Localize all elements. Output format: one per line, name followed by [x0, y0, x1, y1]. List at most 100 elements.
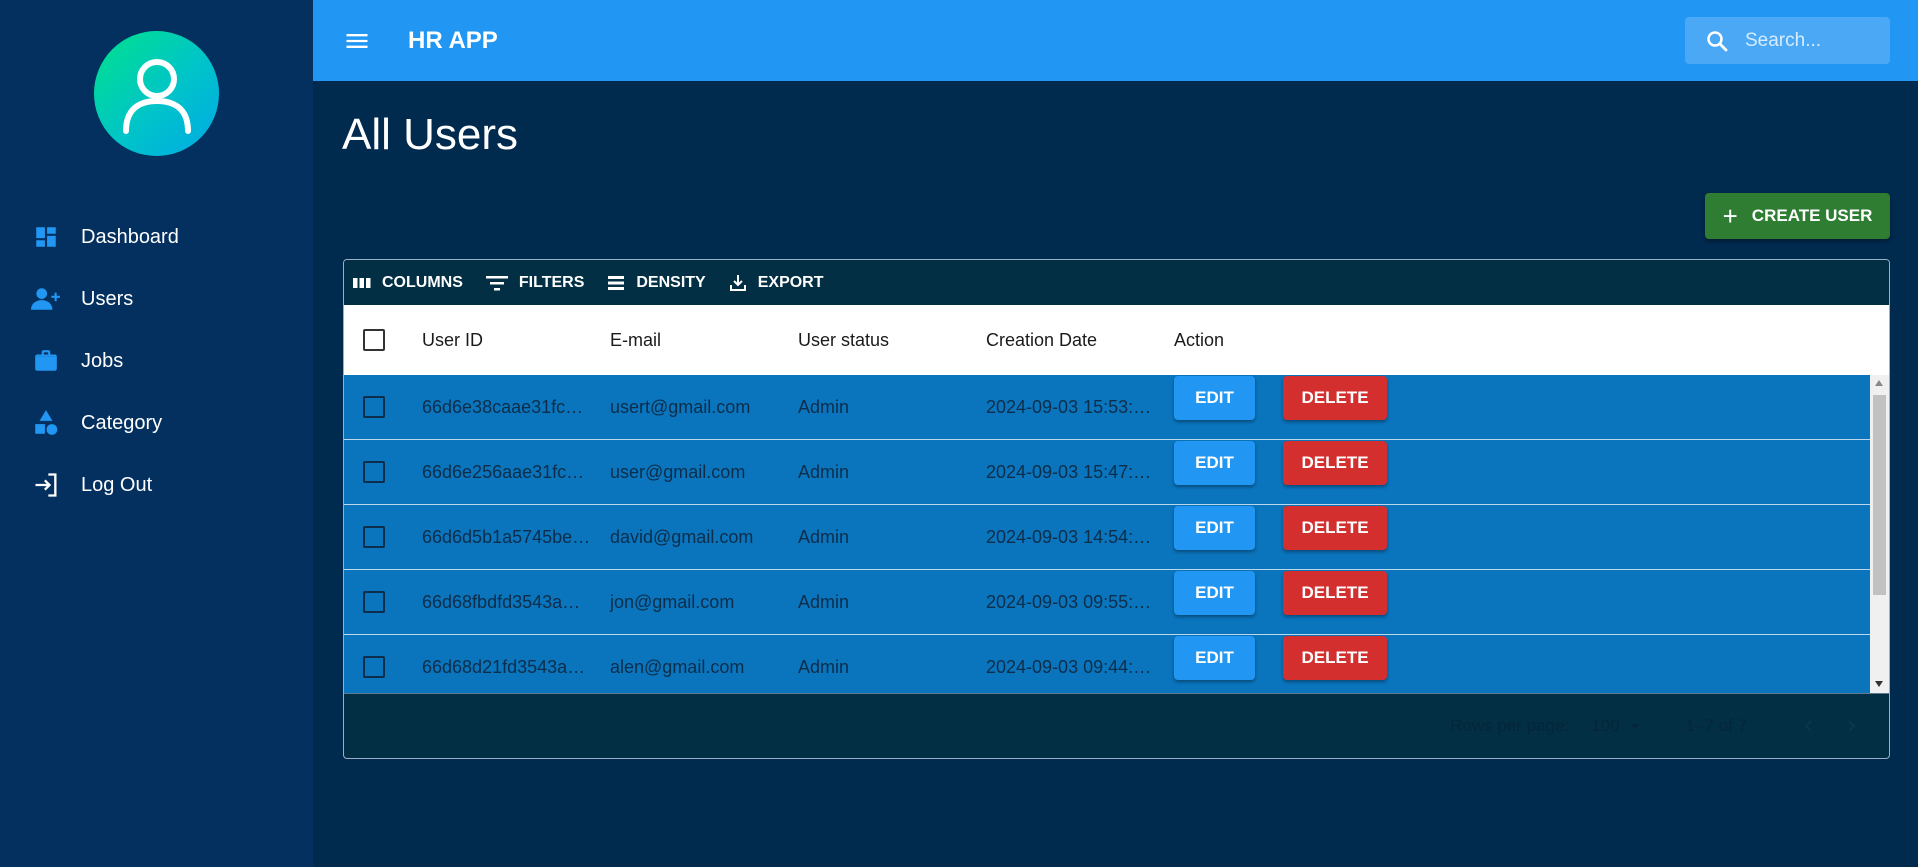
cell-user-status: Admin [798, 396, 850, 417]
row-checkbox[interactable] [363, 526, 385, 548]
cell-user-id: 66d6e256aae31fc… [422, 461, 585, 482]
edit-button[interactable]: EDIT [1174, 636, 1255, 680]
page-title: All Users [342, 110, 519, 159]
search-input[interactable] [1745, 17, 1885, 64]
select-all-checkbox[interactable] [363, 329, 385, 351]
rows-per-page-value: 100 [1591, 716, 1620, 735]
app-header: HR APP [313, 0, 1918, 81]
edit-button[interactable]: EDIT [1174, 506, 1255, 550]
filters-label: FILTERS [518, 273, 585, 291]
cell-creation-date: 2024-09-03 09:44:… [986, 656, 1152, 677]
export-label: EXPORT [757, 273, 824, 291]
table-row[interactable]: 66d6e38caae31fc… usert@gmail.com Admin 2… [344, 375, 1889, 440]
menu-icon[interactable] [343, 27, 371, 55]
chevron-down-icon [1629, 723, 1640, 729]
app-title: HR APP [408, 27, 498, 54]
table-header: User ID E-mail User status Creation Date… [344, 305, 1889, 375]
density-icon [608, 275, 625, 290]
edit-button[interactable]: EDIT [1174, 441, 1255, 485]
cell-creation-date: 2024-09-03 15:47:… [986, 461, 1152, 482]
previous-page-button[interactable] [1793, 710, 1825, 742]
row-check-cell [344, 526, 404, 548]
columns-button[interactable]: COLUMNS [352, 274, 463, 292]
table-row[interactable]: 66d6e256aae31fc… user@gmail.com Admin 20… [344, 440, 1889, 505]
header-user-id[interactable]: User ID [404, 330, 592, 351]
cell-action: EDIT DELETE [1156, 375, 1387, 420]
table-row[interactable]: 66d6d5b1a5745be… david@gmail.com Admin 2… [344, 505, 1889, 570]
search-box[interactable] [1685, 17, 1890, 64]
cell-creation-date: 2024-09-03 15:53:… [986, 396, 1152, 417]
cell-action: EDIT DELETE [1156, 635, 1387, 680]
row-check-cell [344, 591, 404, 613]
plus-icon: + [1722, 201, 1738, 231]
scroll-up-arrow[interactable] [1875, 380, 1883, 386]
users-data-grid: COLUMNS FILTERS DENSITY EXPORT User ID E… [343, 259, 1890, 759]
table-row[interactable]: 66d68fbdfd3543a… jon@gmail.com Admin 202… [344, 570, 1889, 635]
logout-icon [31, 470, 61, 500]
sidebar: Dashboard Users Jobs Category Log Out [0, 0, 313, 867]
sidebar-item-dashboard[interactable]: Dashboard [0, 206, 313, 268]
download-icon [729, 274, 746, 291]
scroll-down-arrow[interactable] [1875, 681, 1883, 687]
scrollbar-thumb[interactable] [1873, 395, 1886, 595]
header-action: Action [1174, 329, 1225, 350]
search-icon [1705, 29, 1729, 53]
person-icon [122, 58, 191, 134]
sidebar-item-logout[interactable]: Log Out [0, 454, 313, 516]
sidebar-item-label: Dashboard [81, 225, 179, 248]
delete-button[interactable]: DELETE [1283, 506, 1387, 550]
cell-user-id: 66d6e38caae31fc… [422, 396, 584, 417]
table-body: 66d6e38caae31fc… usert@gmail.com Admin 2… [344, 375, 1889, 693]
sidebar-item-label: Category [81, 411, 163, 434]
filter-icon [485, 275, 508, 290]
delete-button[interactable]: DELETE [1283, 441, 1387, 485]
cell-email: user@gmail.com [610, 461, 746, 482]
table-row[interactable]: 66d68d21fd3543a… alen@gmail.com Admin 20… [344, 635, 1889, 693]
delete-button[interactable]: DELETE [1283, 376, 1387, 420]
density-label: DENSITY [636, 273, 706, 291]
cell-user-id: 66d6d5b1a5745be… [422, 526, 591, 547]
row-checkbox[interactable] [363, 461, 385, 483]
pagination-range: 1–7 of 7 [1685, 716, 1747, 735]
delete-button[interactable]: DELETE [1283, 636, 1387, 680]
sidebar-item-users[interactable]: Users [0, 268, 313, 330]
sidebar-nav: Dashboard Users Jobs Category Log Out [0, 206, 313, 516]
user-avatar[interactable] [94, 31, 219, 156]
header-email[interactable]: E-mail [592, 330, 780, 351]
row-checkbox[interactable] [363, 591, 385, 613]
header-creation-date[interactable]: Creation Date [968, 330, 1156, 351]
rows-per-page-select[interactable]: 100 [1591, 716, 1640, 736]
sidebar-item-label: Log Out [81, 473, 153, 496]
cell-email: alen@gmail.com [610, 656, 745, 677]
cell-email: jon@gmail.com [610, 591, 735, 612]
columns-label: COLUMNS [382, 273, 463, 291]
dashboard-icon [31, 222, 61, 252]
table-scrollbar[interactable] [1870, 375, 1889, 693]
sidebar-item-jobs[interactable]: Jobs [0, 330, 313, 392]
edit-button[interactable]: EDIT [1174, 376, 1255, 420]
cell-email: david@gmail.com [610, 526, 754, 547]
header-check-cell [344, 329, 404, 351]
header-user-status[interactable]: User status [780, 330, 968, 351]
briefcase-icon [31, 346, 61, 376]
export-button[interactable]: EXPORT [728, 273, 824, 293]
chevron-right-icon [1848, 720, 1856, 732]
row-checkbox[interactable] [363, 656, 385, 678]
delete-button[interactable]: DELETE [1283, 571, 1387, 615]
next-page-button[interactable] [1835, 710, 1867, 742]
grid-toolbar: COLUMNS FILTERS DENSITY EXPORT [344, 260, 1889, 305]
cell-action: EDIT DELETE [1156, 440, 1387, 485]
density-button[interactable]: DENSITY [606, 273, 706, 293]
cell-creation-date: 2024-09-03 09:55:… [986, 591, 1152, 612]
create-user-button[interactable]: + CREATE USER [1705, 193, 1890, 239]
filters-button[interactable]: FILTERS [485, 273, 584, 293]
cell-creation-date: 2024-09-03 14:54:… [986, 526, 1152, 547]
sidebar-item-category[interactable]: Category [0, 392, 313, 454]
cell-user-id: 66d68d21fd3543a… [422, 656, 586, 677]
cell-user-status: Admin [798, 656, 850, 677]
cell-user-status: Admin [798, 461, 850, 482]
edit-button[interactable]: EDIT [1174, 571, 1255, 615]
row-checkbox[interactable] [363, 396, 385, 418]
grid-footer: Rows per page: 100 1–7 of 7 [344, 693, 1889, 758]
person-add-icon [31, 284, 61, 314]
